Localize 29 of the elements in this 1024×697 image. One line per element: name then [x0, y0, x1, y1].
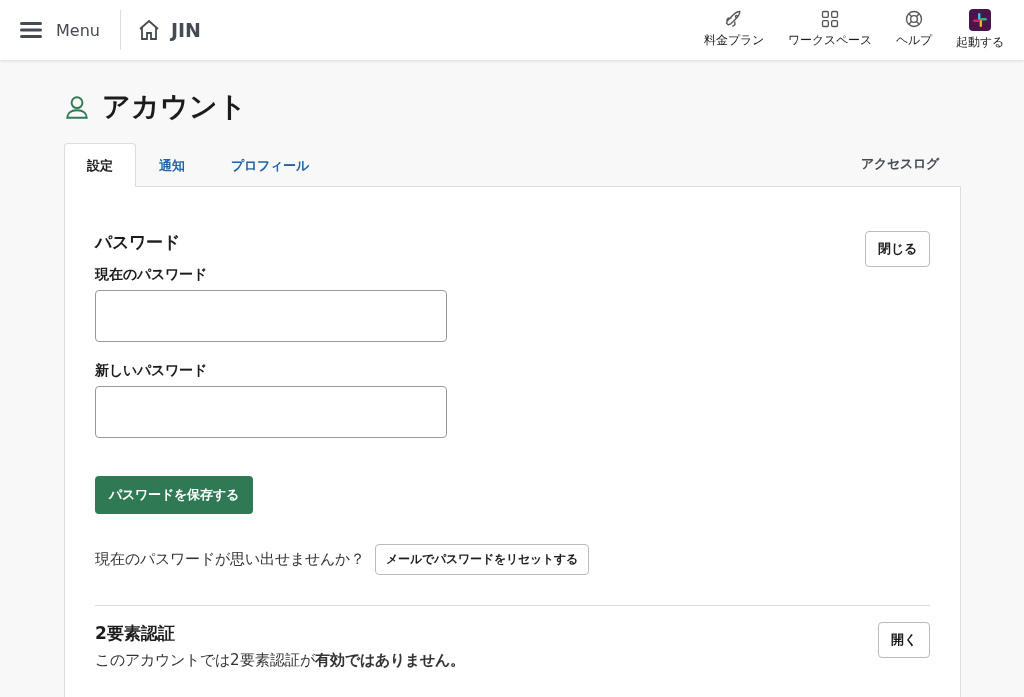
- reset-password-button[interactable]: メールでパスワードをリセットする: [375, 544, 589, 575]
- field-label: 新しいパスワード: [95, 362, 208, 380]
- forgot-password-text: 現在のパスワードが思い出せませんか？: [95, 550, 365, 569]
- save-password-button[interactable]: パスワードを保存する: [95, 476, 253, 514]
- nav-item[interactable]: 料金プラン: [694, 9, 774, 51]
- page-title: アカウント: [102, 89, 247, 125]
- nav-item[interactable]: ヘルプ: [886, 9, 942, 51]
- close-button[interactable]: 閉じる: [865, 231, 930, 267]
- tab[interactable]: プロフィール: [208, 143, 332, 187]
- menu-button[interactable]: Menu: [20, 10, 121, 50]
- rocket-icon: [724, 9, 744, 29]
- user-icon: [64, 94, 90, 120]
- access-log-link[interactable]: アクセスログ: [861, 155, 961, 173]
- field-label: 現在のパスワード: [95, 266, 208, 284]
- password-field[interactable]: [95, 290, 447, 342]
- password-field[interactable]: [95, 386, 447, 438]
- tab[interactable]: 通知: [136, 143, 208, 187]
- section-title: 2要素認証: [95, 622, 176, 645]
- menu-icon: [20, 22, 42, 38]
- two-factor-status-text: このアカウントでは2要素認証が有効ではありません。: [95, 651, 465, 670]
- nav-item[interactable]: 起動する: [946, 9, 1014, 51]
- workspace-link[interactable]: JIN: [136, 18, 201, 42]
- app-logo-icon: [969, 9, 991, 31]
- grid-icon: [820, 9, 840, 29]
- help-icon: [904, 9, 924, 29]
- section-title: パスワード: [95, 231, 181, 254]
- tab[interactable]: 設定: [64, 143, 136, 187]
- open-button[interactable]: 開く: [878, 622, 930, 658]
- nav-item[interactable]: ワークスペース: [778, 9, 882, 51]
